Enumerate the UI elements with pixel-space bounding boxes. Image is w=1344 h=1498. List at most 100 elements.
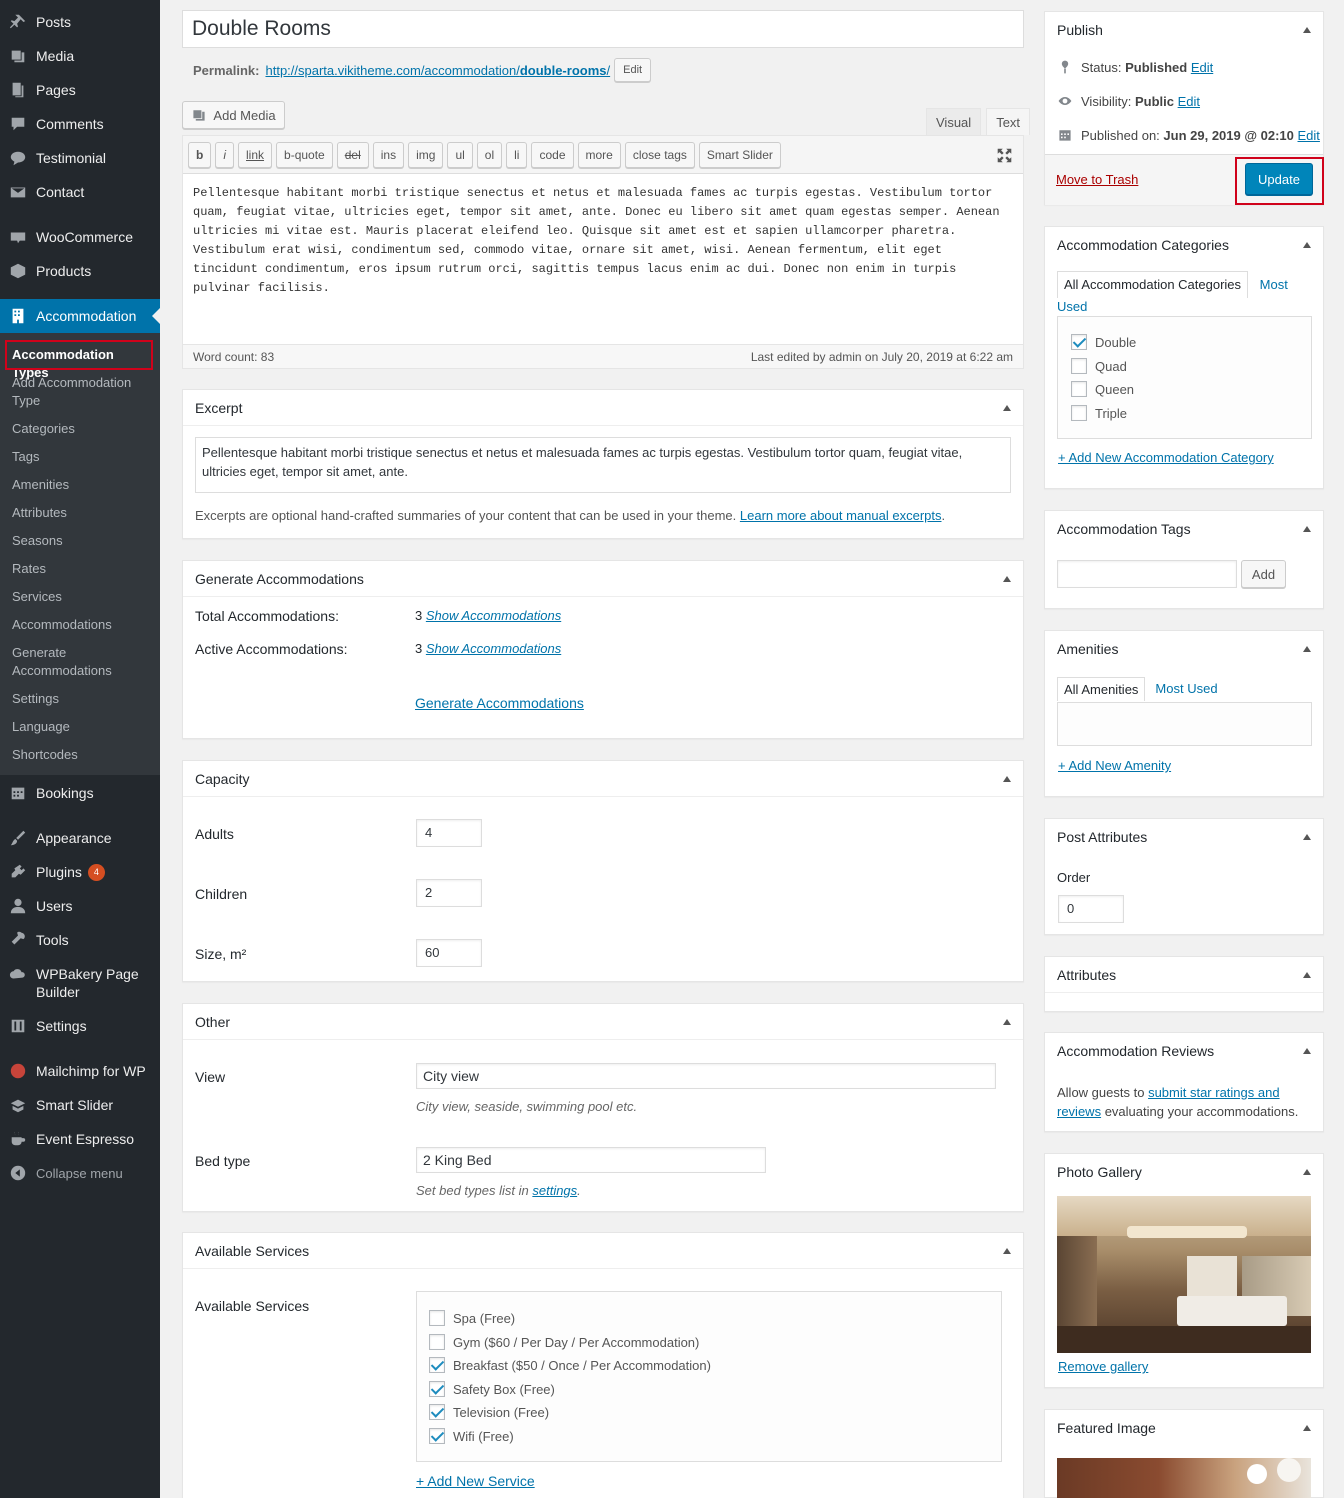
- tags-header[interactable]: Accommodation Tags: [1045, 511, 1323, 547]
- menu-wpbakery[interactable]: WPBakery Page Builder: [0, 957, 160, 1009]
- service-item[interactable]: Gym ($60 / Per Day / Per Accommodation): [429, 1334, 699, 1350]
- menu-plugins[interactable]: Plugins 4: [0, 855, 160, 889]
- order-input[interactable]: 0: [1058, 895, 1124, 923]
- service-checkbox-2[interactable]: [429, 1357, 445, 1373]
- category-item[interactable]: Queen: [1071, 381, 1134, 397]
- submenu-generate-accommodations[interactable]: Generate Accommodations: [12, 644, 122, 680]
- menu-smart-slider[interactable]: Smart Slider: [0, 1088, 160, 1122]
- service-item[interactable]: Television (Free): [429, 1404, 549, 1420]
- toggle-arrow-icon[interactable]: [1303, 1425, 1311, 1431]
- submenu-tags[interactable]: Tags: [12, 448, 152, 466]
- toggle-arrow-icon[interactable]: [1003, 1247, 1011, 1254]
- menu-media[interactable]: Media: [0, 39, 160, 73]
- service-item[interactable]: Spa (Free): [429, 1310, 515, 1326]
- content-textarea[interactable]: Pellentesque habitant morbi tristique se…: [183, 174, 1023, 344]
- publish-header[interactable]: Publish: [1045, 12, 1323, 48]
- submenu-accommodations[interactable]: Accommodations: [12, 616, 152, 634]
- service-item[interactable]: Breakfast ($50 / Once / Per Accommodatio…: [429, 1357, 711, 1373]
- qt-img-button[interactable]: img: [408, 141, 444, 168]
- view-input[interactable]: City view: [416, 1063, 996, 1089]
- amenities-header[interactable]: Amenities: [1045, 631, 1323, 667]
- qt-more-button[interactable]: more: [577, 141, 621, 168]
- menu-accommodation[interactable]: Accommodation: [0, 299, 160, 333]
- submenu-language[interactable]: Language: [12, 718, 152, 736]
- qt-ul-button[interactable]: ul: [447, 141, 473, 168]
- menu-products[interactable]: Products: [0, 254, 160, 288]
- bed-settings-link[interactable]: settings: [532, 1183, 577, 1198]
- show-accommodations-link[interactable]: Show Accommodations: [426, 608, 561, 623]
- size-input[interactable]: 60: [416, 939, 482, 967]
- toggle-arrow-icon[interactable]: [1303, 1169, 1311, 1175]
- permalink-edit-button[interactable]: Edit: [614, 58, 652, 82]
- service-item[interactable]: Safety Box (Free): [429, 1381, 555, 1397]
- category-checkbox-3[interactable]: [1071, 405, 1087, 421]
- categories-header[interactable]: Accommodation Categories: [1045, 227, 1323, 263]
- menu-comments[interactable]: Comments: [0, 107, 160, 141]
- reviews-header[interactable]: Accommodation Reviews: [1045, 1033, 1323, 1069]
- tab-text[interactable]: Text: [986, 108, 1031, 135]
- category-checkbox-2[interactable]: [1071, 381, 1087, 397]
- submenu-seasons[interactable]: Seasons: [12, 532, 152, 550]
- toggle-arrow-icon[interactable]: [1303, 526, 1311, 532]
- submenu-shortcodes[interactable]: Shortcodes: [12, 746, 152, 764]
- submenu-categories[interactable]: Categories: [12, 420, 152, 438]
- qt-blockquote-button[interactable]: b-quote: [276, 141, 333, 168]
- tab-all-amenities[interactable]: All Amenities: [1057, 677, 1146, 701]
- category-checkbox-1[interactable]: [1071, 358, 1087, 374]
- submenu-add-accommodation-type[interactable]: Add Accommodation Type: [12, 374, 152, 410]
- show-active-accommodations-link[interactable]: Show Accommodations: [426, 641, 561, 656]
- featured-image[interactable]: [1057, 1458, 1311, 1498]
- qt-smart-slider-button[interactable]: Smart Slider: [698, 141, 781, 168]
- toggle-arrow-icon[interactable]: [1003, 575, 1011, 582]
- service-checkbox-5[interactable]: [429, 1428, 445, 1444]
- submit-ratings-link[interactable]: submit star ratings and: [1148, 1085, 1280, 1100]
- tags-input[interactable]: [1057, 560, 1237, 588]
- post-attributes-header[interactable]: Post Attributes: [1045, 819, 1323, 855]
- menu-appearance[interactable]: Appearance: [0, 821, 160, 855]
- gallery-header[interactable]: Photo Gallery: [1045, 1154, 1323, 1190]
- menu-mailchimp[interactable]: Mailchimp for WP: [0, 1054, 160, 1088]
- add-new-category-link[interactable]: + Add New Accommodation Category: [1058, 450, 1274, 465]
- submenu-services[interactable]: Services: [12, 588, 152, 606]
- qt-code-button[interactable]: code: [531, 141, 574, 168]
- submenu-amenities[interactable]: Amenities: [12, 476, 152, 494]
- service-checkbox-0[interactable]: [429, 1310, 445, 1326]
- service-checkbox-4[interactable]: [429, 1404, 445, 1420]
- menu-woocommerce[interactable]: WooCommerce: [0, 220, 160, 254]
- toggle-arrow-icon[interactable]: [1003, 404, 1011, 411]
- add-media-button[interactable]: Add Media: [182, 101, 285, 129]
- category-item[interactable]: Double: [1071, 334, 1136, 350]
- services-header[interactable]: Available Services: [183, 1233, 1023, 1269]
- tab-visual[interactable]: Visual: [926, 108, 982, 135]
- excerpt-header[interactable]: Excerpt: [183, 390, 1023, 426]
- menu-event-espresso[interactable]: Event Espresso: [0, 1122, 160, 1156]
- attributes-header[interactable]: Attributes: [1045, 957, 1323, 993]
- tab-all-categories[interactable]: All Accommodation Categories: [1057, 271, 1249, 298]
- submenu-rates[interactable]: Rates: [12, 560, 152, 578]
- toggle-arrow-icon[interactable]: [1303, 242, 1311, 248]
- qt-link-button[interactable]: link: [238, 141, 273, 168]
- excerpt-textarea[interactable]: Pellentesque habitant morbi tristique se…: [195, 437, 1011, 493]
- toggle-arrow-icon[interactable]: [1003, 1018, 1011, 1025]
- adults-input[interactable]: 4: [416, 819, 482, 847]
- qt-ol-button[interactable]: ol: [476, 141, 503, 168]
- capacity-header[interactable]: Capacity: [183, 761, 1023, 797]
- menu-testimonial[interactable]: Testimonial: [0, 141, 160, 175]
- service-item[interactable]: Wifi (Free): [429, 1428, 514, 1444]
- qt-ins-button[interactable]: ins: [372, 141, 405, 168]
- generate-header[interactable]: Generate Accommodations: [183, 561, 1023, 597]
- menu-settings[interactable]: Settings: [0, 1009, 160, 1043]
- submenu-attributes[interactable]: Attributes: [12, 504, 152, 522]
- qt-bold-button[interactable]: b: [188, 141, 212, 168]
- excerpt-learn-more-link[interactable]: Learn more about manual excerpts: [740, 508, 942, 523]
- category-checkbox-0[interactable]: [1071, 334, 1087, 350]
- menu-posts[interactable]: Posts: [0, 5, 160, 39]
- children-input[interactable]: 2: [416, 879, 482, 907]
- featured-image-header[interactable]: Featured Image: [1045, 1410, 1323, 1446]
- permalink-link[interactable]: http://sparta.vikitheme.com/accommodatio…: [265, 63, 610, 78]
- edit-visibility-link[interactable]: Edit: [1178, 94, 1200, 109]
- toggle-arrow-icon[interactable]: [1003, 775, 1011, 782]
- move-to-trash-link[interactable]: Move to Trash: [1056, 172, 1138, 187]
- service-checkbox-1[interactable]: [429, 1334, 445, 1350]
- fullscreen-icon[interactable]: [996, 147, 1013, 164]
